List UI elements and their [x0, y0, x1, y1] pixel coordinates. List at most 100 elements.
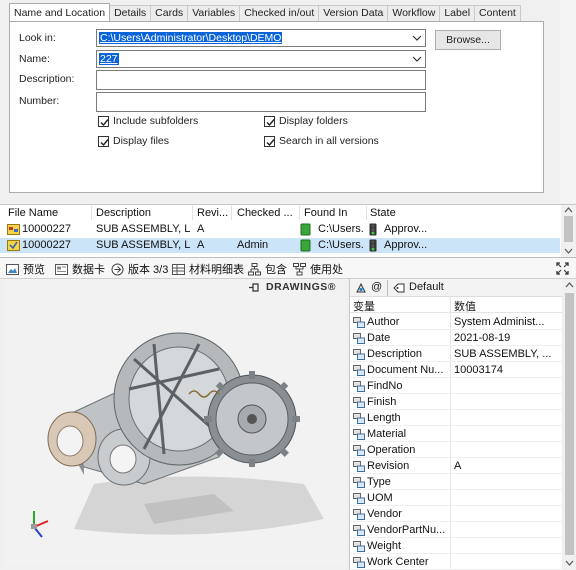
scroll-up-icon[interactable]: [564, 207, 573, 213]
property-name: Operation: [367, 444, 416, 456]
scroll-thumb[interactable]: [565, 293, 574, 555]
property-row[interactable]: Weight: [350, 538, 562, 554]
number-field[interactable]: [96, 92, 426, 112]
property-name: Description: [367, 348, 423, 360]
column-divider[interactable]: [299, 206, 300, 220]
config-name[interactable]: Default: [409, 281, 444, 293]
column-found-in[interactable]: Found In: [304, 205, 347, 221]
name-label: Name:: [19, 53, 50, 65]
scroll-down-icon[interactable]: [564, 248, 573, 254]
property-row[interactable]: Description SUB ASSEMBLY, ...: [350, 346, 562, 362]
tab-workflow[interactable]: Workflow: [387, 5, 441, 21]
table-row[interactable]: 10000227 SUB ASSEMBLY, LH... A Admin C:\…: [0, 238, 560, 253]
property-row[interactable]: VendorPartNu...: [350, 522, 562, 538]
display-folders-label: Display folders: [279, 115, 348, 127]
property-name: Date: [367, 332, 391, 344]
window-scrollbar[interactable]: [560, 0, 576, 203]
chevron-down-icon[interactable]: [412, 33, 422, 43]
checkbox-checked-icon: [264, 115, 275, 127]
property-row[interactable]: Author System Administ...: [350, 314, 562, 330]
property-row[interactable]: Revision A: [350, 458, 562, 474]
property-row[interactable]: Vendor: [350, 506, 562, 522]
display-folders-checkbox[interactable]: Display folders: [264, 115, 348, 127]
property-row[interactable]: UOM: [350, 490, 562, 506]
column-value[interactable]: 数值: [454, 298, 476, 314]
description-label: Description:: [19, 73, 75, 85]
configuration-bar: @ Default: [350, 279, 562, 297]
include-subfolders-checkbox[interactable]: Include subfolders: [98, 115, 198, 127]
property-row[interactable]: Material: [350, 426, 562, 442]
property-value[interactable]: A: [454, 458, 558, 474]
preview-pane[interactable]: DRAWINGS®: [4, 279, 347, 566]
property-row[interactable]: Length: [350, 410, 562, 426]
property-row[interactable]: Document Nu... 10003174: [350, 362, 562, 378]
column-state[interactable]: State: [370, 205, 396, 221]
chevron-down-icon[interactable]: [412, 54, 422, 64]
tab-label[interactable]: Label: [439, 5, 476, 21]
display-files-checkbox[interactable]: Display files: [98, 135, 169, 147]
property-value[interactable]: System Administ...: [454, 314, 558, 330]
property-row[interactable]: FindNo: [350, 378, 562, 394]
variable-icon: [353, 541, 365, 552]
checked-cell: Admin: [237, 239, 269, 251]
property-row[interactable]: Date 2021-08-19: [350, 330, 562, 346]
column-divider[interactable]: [192, 206, 193, 220]
look-in-combo[interactable]: C:\Users\Administrator\Desktop\DEMO: [96, 29, 426, 47]
tab-variables[interactable]: Variables: [187, 5, 241, 21]
tag-icon: [393, 283, 405, 293]
properties-scrollbar[interactable]: [562, 279, 576, 570]
property-row[interactable]: Type: [350, 474, 562, 490]
property-row[interactable]: Finish: [350, 394, 562, 410]
column-divider[interactable]: [366, 206, 367, 220]
variable-icon: [353, 429, 365, 440]
tab-where-used[interactable]: 使用处: [293, 261, 343, 277]
tab-contains[interactable]: 包含: [248, 261, 287, 277]
display-files-label: Display files: [113, 135, 170, 147]
tab-data-card[interactable]: 数据卡: [55, 261, 105, 277]
expand-icon[interactable]: [556, 262, 569, 275]
property-name: Document Nu...: [367, 364, 444, 376]
tab-content[interactable]: Content: [474, 5, 521, 21]
property-name: Revision: [367, 460, 410, 472]
column-divider[interactable]: [91, 206, 92, 220]
name-combo[interactable]: 227: [96, 50, 426, 68]
checkbox-checked-icon: [264, 135, 275, 147]
property-value[interactable]: 10003174: [454, 362, 558, 378]
scroll-up-icon[interactable]: [565, 282, 574, 288]
scroll-thumb[interactable]: [564, 216, 573, 242]
column-variable[interactable]: 变量: [353, 298, 375, 314]
description-cell: SUB ASSEMBLY, LH...: [96, 223, 190, 235]
column-revision[interactable]: Revi...: [197, 205, 228, 221]
browse-button[interactable]: Browse...: [435, 30, 501, 50]
drawings-logo-text: DRAWINGS®: [266, 281, 336, 293]
tab-version-data[interactable]: Version Data: [318, 5, 389, 21]
table-row[interactable]: 10000227 SUB ASSEMBLY, LH... A C:\Users.…: [0, 222, 560, 237]
state-cell: Approv...: [384, 223, 428, 235]
preview-icon: [6, 263, 19, 275]
config-at-label[interactable]: @: [371, 281, 382, 293]
description-field[interactable]: [96, 70, 426, 90]
tab-preview[interactable]: 预览: [6, 261, 45, 277]
column-file-name[interactable]: File Name: [8, 205, 58, 221]
tab-bill-of-materials[interactable]: 材料明细表: [172, 261, 244, 277]
variable-icon: [353, 413, 365, 424]
column-description[interactable]: Description: [96, 205, 151, 221]
search-tabs: Name and Location Details Cards Variable…: [9, 3, 521, 21]
variable-icon: [353, 525, 365, 536]
property-row[interactable]: Operation: [350, 442, 562, 458]
property-row[interactable]: Work Center: [350, 554, 562, 570]
search-dialog: Name and Location Details Cards Variable…: [0, 0, 576, 203]
column-divider[interactable]: [231, 206, 232, 220]
properties-pane: @ Default 变量 数值 Author System Administ...…: [349, 279, 576, 570]
property-value[interactable]: 2021-08-19: [454, 330, 558, 346]
tab-checked-in-out[interactable]: Checked in/out: [239, 5, 320, 21]
tab-version[interactable]: 版本 3/3: [111, 261, 168, 277]
property-value[interactable]: SUB ASSEMBLY, ...: [454, 346, 558, 362]
tab-details[interactable]: Details: [109, 5, 152, 21]
search-all-versions-checkbox[interactable]: Search in all versions: [264, 135, 379, 147]
tab-name-and-location[interactable]: Name and Location: [9, 3, 111, 21]
tab-cards[interactable]: Cards: [150, 5, 189, 21]
scroll-down-icon[interactable]: [565, 560, 574, 566]
results-scrollbar[interactable]: [561, 205, 576, 258]
column-checked[interactable]: Checked ...: [237, 205, 293, 221]
